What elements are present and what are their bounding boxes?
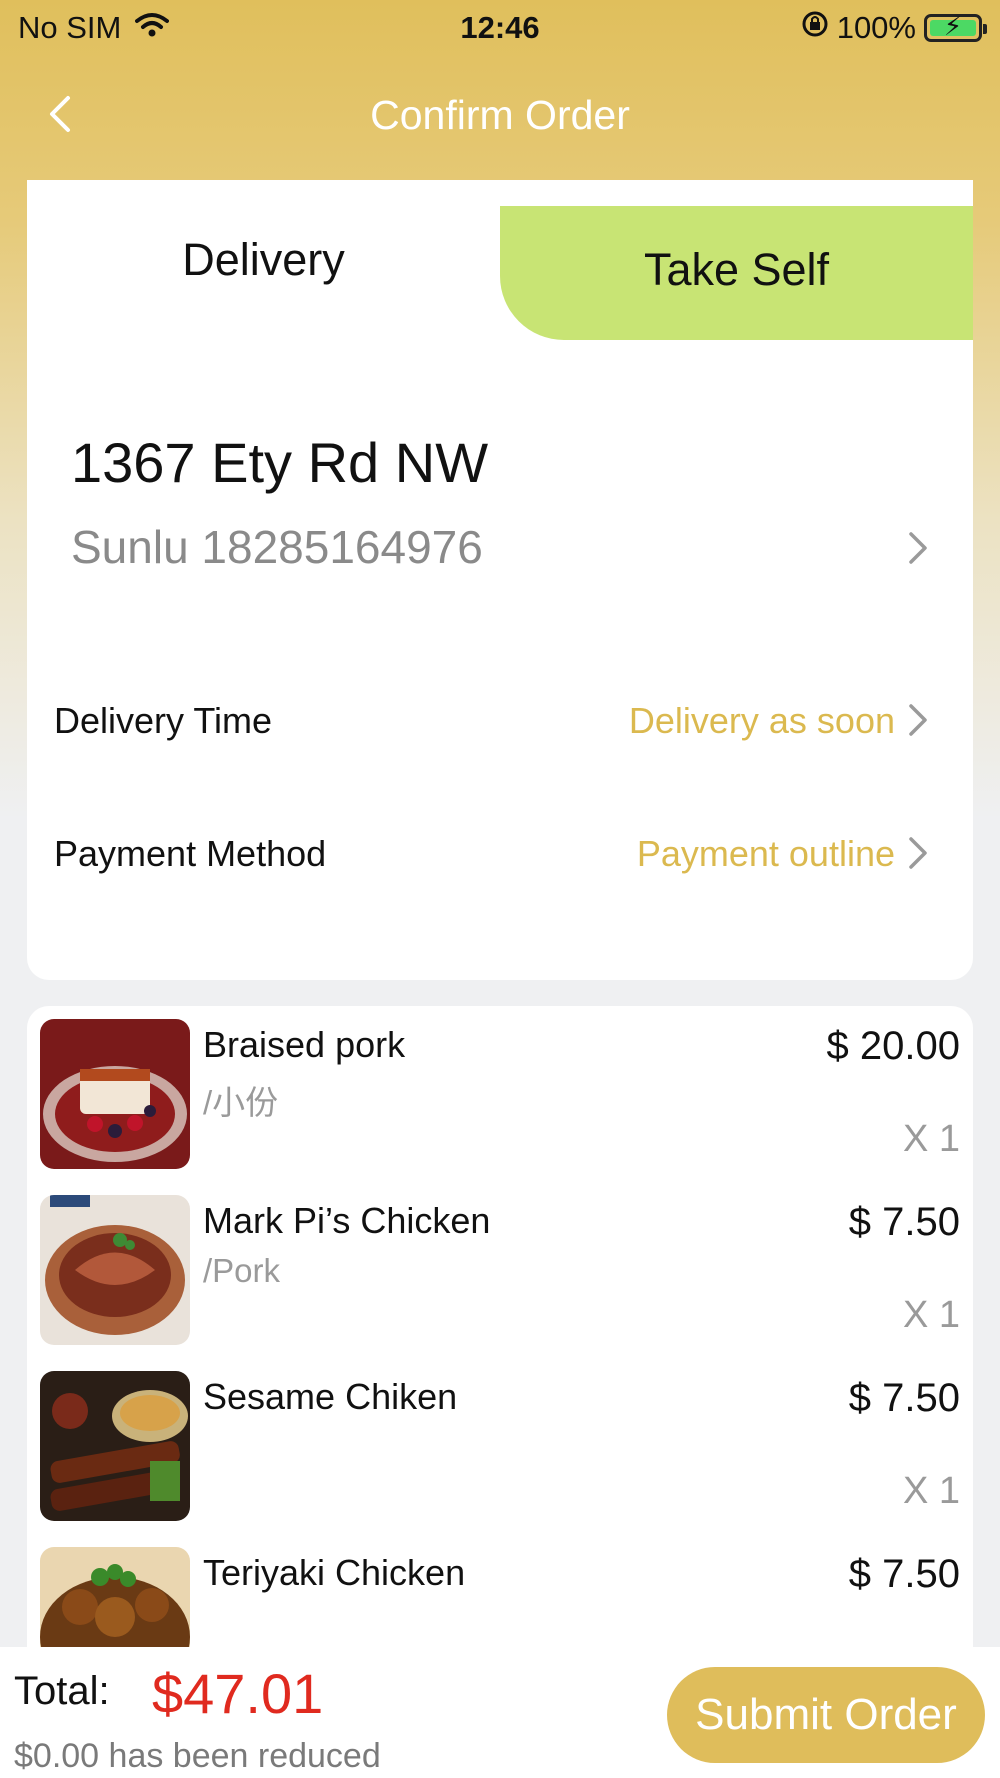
- bolt-icon: ⚡: [943, 11, 963, 41]
- item-price: $ 7.50: [848, 1200, 960, 1244]
- orientation-lock-icon: [801, 10, 829, 46]
- status-bar: No SIM 12:46 100% ⚡: [0, 0, 1000, 56]
- tab-take-self-label: Take Self: [643, 244, 830, 295]
- battery-charging-icon: ⚡: [924, 11, 987, 42]
- item-qty: X 1: [902, 1294, 960, 1336]
- page-title: Confirm Order: [370, 92, 630, 138]
- list-item[interactable]: Sesame Chiken $ 7.50 X 1: [27, 1358, 973, 1534]
- delivery-time-value: Delivery as soon: [628, 700, 895, 741]
- delivery-time-label: Delivery Time: [54, 700, 273, 741]
- status-right: 100% ⚡: [801, 10, 987, 46]
- tab-delivery-label: Delivery: [182, 234, 345, 285]
- tab-take-self[interactable]: Take Self: [500, 206, 973, 340]
- food-image: [40, 1371, 190, 1521]
- item-qty: X 1: [902, 1118, 960, 1160]
- total-label: Total:: [14, 1669, 110, 1713]
- item-name: Sesame Chiken: [203, 1376, 458, 1417]
- item-price: $ 7.50: [848, 1552, 960, 1596]
- nav-bar: Confirm Order: [0, 70, 1000, 160]
- order-card: Take Self Delivery 1367 Ety Rd NW Sunlu …: [27, 180, 973, 980]
- payment-method-value: Payment outline: [636, 833, 895, 874]
- chevron-right-icon: [907, 702, 929, 738]
- chevron-right-icon: [907, 835, 929, 871]
- delivery-time-row[interactable]: Delivery Time Delivery as soon: [27, 680, 973, 760]
- confirm-order-screen: No SIM 12:46 100% ⚡ Confirm Order Take S…: [0, 0, 1000, 1778]
- battery-nub: [983, 24, 987, 34]
- address-contact: Sunlu 18285164976: [71, 521, 483, 573]
- order-items-list: Braised pork /小份 $ 20.00 X 1 Mark Pi’s C…: [27, 1006, 973, 1666]
- item-name: Mark Pi’s Chicken: [203, 1200, 491, 1241]
- total-value: $47.01: [152, 1662, 324, 1725]
- battery-percent: 100%: [836, 10, 916, 45]
- item-name: Teriyaki Chicken: [203, 1552, 466, 1593]
- chevron-right-icon: [907, 530, 929, 566]
- item-price: $ 7.50: [848, 1376, 960, 1420]
- submit-order-button[interactable]: Submit Order: [667, 1667, 985, 1763]
- reduced-text: $0.00 has been reduced: [14, 1737, 381, 1775]
- address-row[interactable]: 1367 Ety Rd NW Sunlu 18285164976: [27, 430, 973, 610]
- food-image: [40, 1195, 190, 1345]
- item-qty: X 1: [902, 1470, 960, 1512]
- food-image: [40, 1019, 190, 1169]
- list-item[interactable]: Braised pork /小份 $ 20.00 X 1: [27, 1006, 973, 1182]
- item-spec: /小份: [203, 1084, 279, 1121]
- item-spec: /Pork: [203, 1252, 281, 1289]
- payment-method-row[interactable]: Payment Method Payment outline: [27, 813, 973, 893]
- address-line: 1367 Ety Rd NW: [71, 431, 489, 494]
- item-price: $ 20.00: [826, 1024, 960, 1068]
- payment-method-label: Payment Method: [54, 833, 327, 874]
- tab-delivery[interactable]: Delivery: [27, 180, 500, 340]
- list-item[interactable]: Mark Pi’s Chicken /Pork $ 7.50 X 1: [27, 1182, 973, 1358]
- checkout-bar: Total: $47.01 $0.00 has been reduced Sub…: [0, 1647, 1000, 1778]
- item-name: Braised pork: [203, 1024, 406, 1065]
